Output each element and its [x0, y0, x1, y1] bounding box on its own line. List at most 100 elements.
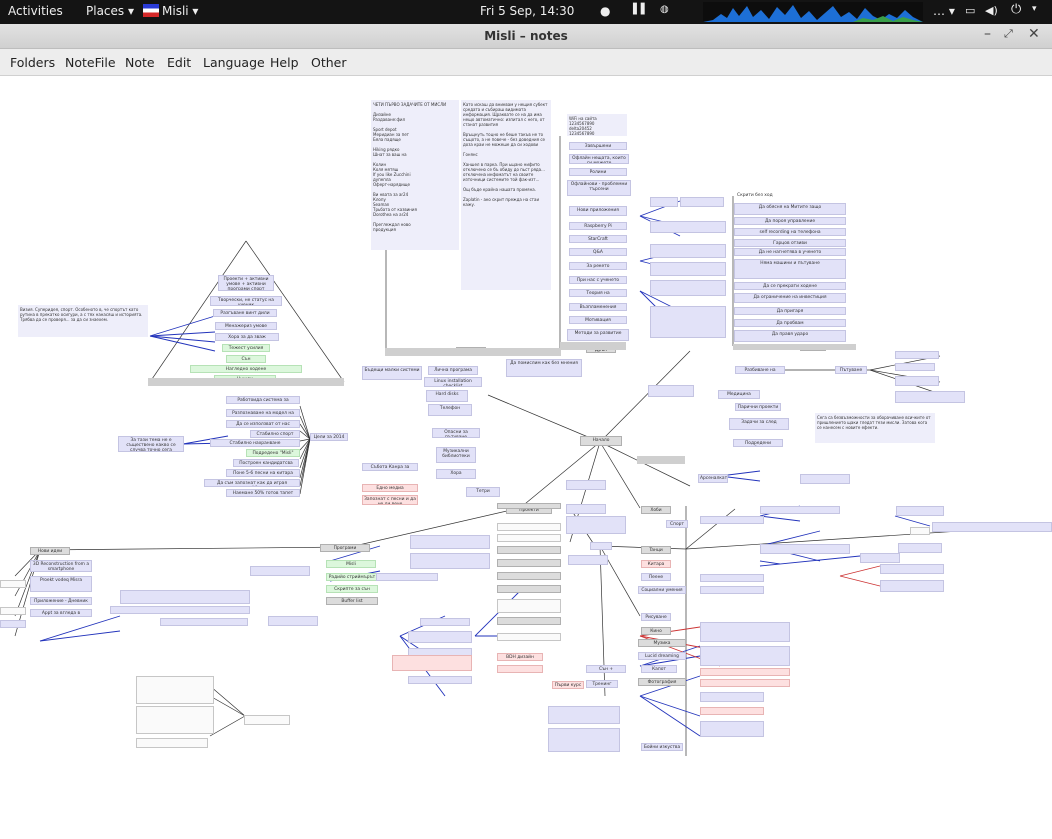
note[interactable]	[650, 262, 726, 276]
note[interactable]	[497, 599, 561, 613]
note[interactable]: Приложение - Дневник	[30, 597, 92, 605]
note[interactable]	[898, 543, 942, 553]
note-canvas[interactable]: ЧЕТИ ПЪРВО ЗАДАЧИТЕ ОТ МИСЛИ Дизайне Разда…	[0, 76, 1052, 839]
note[interactable]: Да ограничение на инвестиция	[734, 293, 846, 303]
note[interactable]: Нагледно ходене	[190, 365, 302, 373]
note[interactable]	[497, 523, 561, 531]
note[interactable]: Социални умения	[638, 586, 686, 594]
note[interactable]: Разбиване на статусите	[735, 366, 785, 374]
note[interactable]	[497, 546, 561, 554]
note[interactable]	[497, 534, 561, 542]
note[interactable]	[268, 616, 318, 626]
note[interactable]: Q&A	[569, 248, 627, 256]
note[interactable]	[250, 566, 310, 576]
note[interactable]	[497, 559, 561, 567]
note[interactable]: Подредено "Misli"	[246, 449, 300, 457]
note[interactable]: Построен кандидатсва	[233, 459, 299, 467]
note[interactable]: Проекти + активни умове + активни програ…	[218, 275, 274, 291]
note[interactable]	[566, 480, 606, 490]
note[interactable]: Методи за развитие	[567, 329, 629, 341]
note[interactable]: Да правя ударо	[734, 330, 846, 342]
text-note[interactable]: Визия. Суперидея, спорт. Особеното в, че…	[18, 305, 148, 337]
note[interactable]: StarCraft	[569, 235, 627, 243]
note[interactable]: Proekt vodeq Misra	[30, 576, 92, 592]
note[interactable]: BDH дизайн	[497, 653, 543, 661]
note[interactable]: Начало	[580, 436, 622, 446]
note[interactable]	[760, 506, 840, 514]
note[interactable]	[497, 572, 561, 580]
note[interactable]: Да се прекрати ходене	[734, 282, 846, 290]
menu-edit[interactable]: Edit	[167, 55, 191, 70]
note[interactable]: Опасни за пътуване	[432, 428, 480, 438]
note[interactable]	[590, 542, 612, 550]
big-text-note[interactable]: ЧЕТИ ПЪРВО ЗАДАЧИТЕ ОТ МИСЛИ Дизайне Разда…	[371, 100, 459, 250]
circle-icon[interactable]: ◍	[660, 4, 669, 15]
note[interactable]: Ролини	[569, 168, 627, 176]
note[interactable]	[120, 590, 250, 604]
note[interactable]: Китара	[641, 560, 671, 568]
note[interactable]	[410, 553, 490, 569]
note[interactable]: Тренинг	[586, 680, 618, 688]
note[interactable]: Запознат с песни и да не ли вече	[362, 495, 418, 505]
system-monitor-graph[interactable]	[703, 2, 923, 22]
note[interactable]: Музикални библиотеки	[436, 447, 476, 463]
app-menu[interactable]: Misli ▾	[162, 4, 198, 18]
note[interactable]: 3D Reconstruction from a smartphone	[30, 560, 92, 572]
note[interactable]	[136, 706, 214, 734]
note[interactable]	[700, 692, 764, 702]
menu-folders[interactable]: Folders	[10, 55, 55, 70]
note[interactable]: Мотивация	[569, 316, 627, 324]
note[interactable]: Да съм запознат как да играя волейбол	[204, 479, 300, 487]
note[interactable]	[700, 668, 790, 676]
note[interactable]	[700, 679, 790, 687]
note[interactable]: Сън	[226, 355, 266, 363]
note[interactable]	[548, 728, 620, 752]
note[interactable]	[0, 580, 26, 588]
note[interactable]	[860, 553, 900, 563]
note[interactable]	[895, 376, 939, 386]
note[interactable]	[497, 665, 543, 673]
note[interactable]	[700, 622, 790, 642]
note[interactable]: Първи курс	[552, 681, 584, 689]
note[interactable]: Пеене	[641, 573, 671, 581]
text-note[interactable]: Сега са безвъзможности за оборачиване вс…	[815, 413, 935, 443]
maximize-icon[interactable]: ⤢	[1004, 27, 1013, 41]
activities-button[interactable]: Activities	[8, 4, 63, 18]
note[interactable]	[136, 676, 214, 704]
note[interactable]	[932, 522, 1052, 532]
note[interactable]: Едно медиа подкрепяне	[362, 484, 418, 492]
note[interactable]	[244, 715, 290, 725]
note[interactable]: Бъдещи малки системи	[362, 366, 422, 380]
note[interactable]: Нови приложения	[569, 206, 627, 216]
note[interactable]: Цели за 2014	[310, 433, 348, 441]
note[interactable]	[700, 586, 764, 594]
note[interactable]: Творчески, не статус на ученик	[210, 296, 282, 306]
note[interactable]: Да не нагнетява в ученето	[734, 248, 846, 256]
note[interactable]	[700, 707, 764, 715]
note[interactable]: Да обясня на Митите защо	[734, 203, 846, 215]
note[interactable]: Misli	[326, 560, 376, 568]
close-icon[interactable]: ✕	[1028, 26, 1040, 42]
note[interactable]: Спорт	[666, 520, 688, 528]
network-icon[interactable]: ▭	[965, 4, 975, 17]
note[interactable]: Медицина	[718, 390, 760, 399]
note[interactable]: Linux installation checklist	[424, 377, 482, 387]
note[interactable]	[880, 564, 944, 574]
note[interactable]: Скрити без ход	[736, 192, 806, 199]
note[interactable]: Пътуване	[835, 366, 867, 374]
places-menu[interactable]: Places ▾	[86, 4, 134, 18]
note[interactable]: Да помислим как без мнения	[506, 359, 582, 377]
note[interactable]: Buffer list	[326, 597, 378, 605]
power-icon[interactable]: ⏻	[1011, 2, 1021, 17]
note[interactable]: Капот	[641, 665, 677, 673]
note[interactable]	[650, 221, 726, 233]
note[interactable]: Теория на съглашенията	[569, 289, 627, 297]
note[interactable]	[568, 555, 608, 565]
note[interactable]: Hard disks	[426, 390, 468, 402]
note[interactable]	[650, 306, 726, 338]
note[interactable]: За рекето	[569, 262, 627, 270]
note[interactable]	[392, 655, 472, 671]
note[interactable]	[566, 516, 626, 534]
note[interactable]: Гарцов отзиви	[734, 239, 846, 247]
note[interactable]: Радийо стриймърът	[326, 573, 378, 581]
